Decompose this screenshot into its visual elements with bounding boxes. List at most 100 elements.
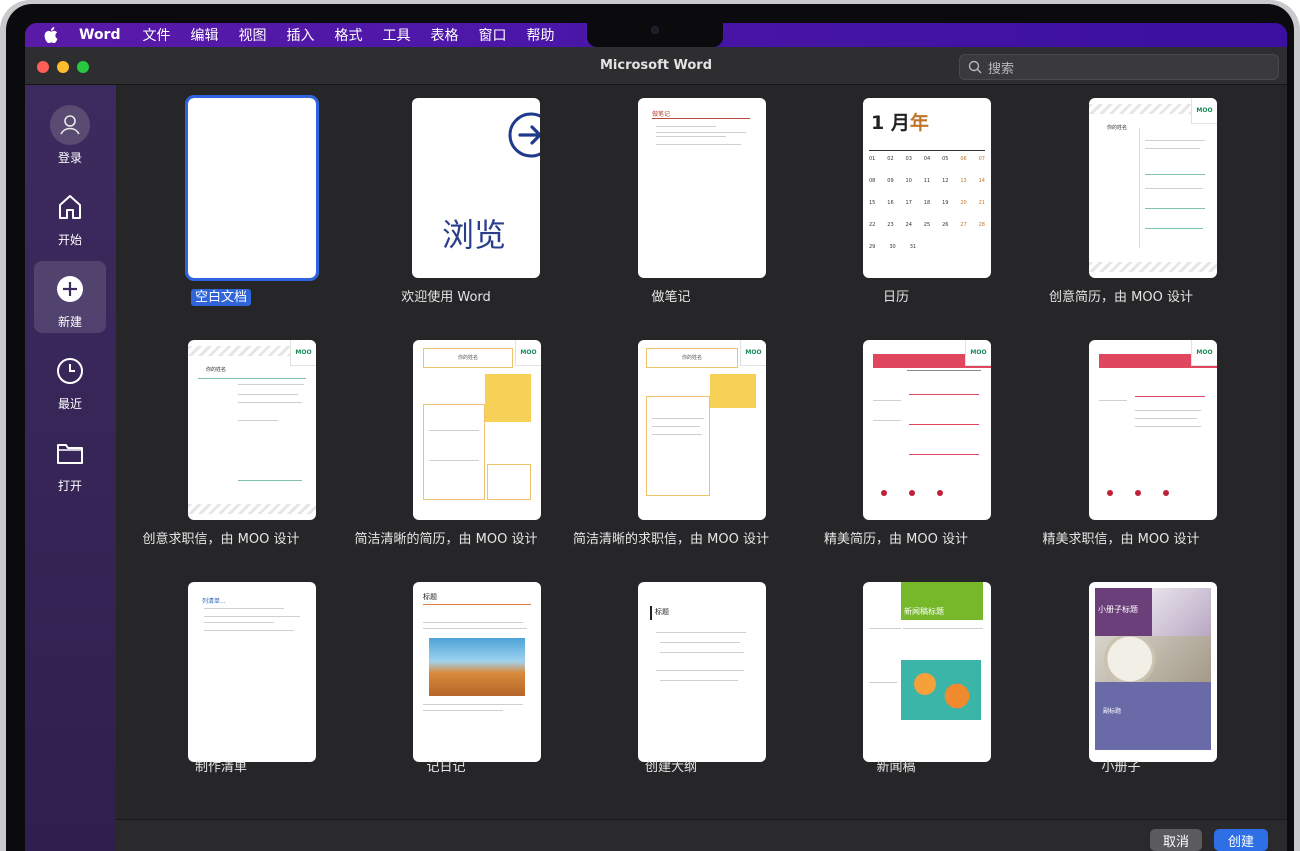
- calendar-week: 22 23 24 25 26 27 28: [869, 222, 985, 228]
- camera-icon: [651, 26, 659, 34]
- template-label: 精美求职信，由 MOO 设计: [1042, 532, 1200, 547]
- search-input[interactable]: 搜索: [959, 54, 1279, 80]
- menu-bar: Word 文件 编辑 视图 插入 格式 工具 表格 窗口 帮助: [25, 23, 1287, 47]
- template-label: 简洁清晰的简历，由 MOO 设计: [354, 532, 538, 547]
- folder-icon: [50, 433, 90, 473]
- cancel-button[interactable]: 取消: [1150, 829, 1202, 851]
- template-label: 精美简历，由 MOO 设计: [824, 532, 968, 547]
- template-label: 简洁清晰的求职信，由 MOO 设计: [573, 532, 769, 547]
- moo-logo: MOO: [515, 340, 541, 366]
- template-label: 记日记: [426, 760, 466, 775]
- calendar-week: 15 16 17 18 19 20 21: [869, 200, 985, 206]
- calendar-week: 29 30 31: [869, 244, 917, 250]
- menu-help[interactable]: 帮助: [527, 25, 555, 45]
- menu-table[interactable]: 表格: [431, 25, 459, 45]
- template-label: 日历: [882, 290, 909, 305]
- calendar-month: 1 月: [871, 112, 910, 134]
- title-bar: Microsoft Word 搜索: [25, 47, 1287, 85]
- create-button[interactable]: 创建: [1214, 829, 1268, 851]
- sidebar: 登录 开始 新建 最近 打开: [25, 85, 116, 851]
- template-thumbnail[interactable]: MOO 你的姓名: [188, 340, 316, 520]
- sidebar-item-label: 最近: [57, 397, 82, 411]
- menu-app-name[interactable]: Word: [79, 27, 121, 43]
- screen: Word 文件 编辑 视图 插入 格式 工具 表格 窗口 帮助 Microsof…: [25, 23, 1287, 851]
- sidebar-item-sign-in[interactable]: 登录: [34, 97, 106, 169]
- calendar-year-suffix: 年: [909, 112, 929, 134]
- template-thumbnail[interactable]: MOO 你的姓名: [638, 340, 766, 520]
- sidebar-item-home[interactable]: 开始: [34, 179, 106, 251]
- home-icon: [50, 187, 90, 227]
- thumb-title: 做笔记: [652, 111, 671, 118]
- menu-format[interactable]: 格式: [335, 25, 363, 45]
- search-placeholder: 搜索: [988, 61, 1015, 77]
- apple-icon[interactable]: [43, 27, 59, 43]
- moo-logo: MOO: [740, 340, 766, 366]
- template-label: 小册子: [1101, 760, 1141, 775]
- moo-logo: MOO: [965, 340, 991, 366]
- sidebar-item-recent[interactable]: 最近: [34, 343, 106, 415]
- sidebar-item-label: 开始: [57, 233, 82, 247]
- template-label: 创建大纲: [644, 760, 697, 775]
- template-thumbnail[interactable]: 浏览: [412, 98, 540, 278]
- moo-logo: MOO: [1191, 98, 1217, 124]
- template-label: 制作清单: [194, 760, 247, 775]
- menu-view[interactable]: 视图: [239, 25, 267, 45]
- menu-edit[interactable]: 编辑: [191, 25, 219, 45]
- template-label: 创意求职信，由 MOO 设计: [142, 532, 300, 547]
- moo-logo: MOO: [1191, 340, 1217, 366]
- thumb-name: 你的姓名: [206, 367, 227, 373]
- camera-notch: [587, 23, 723, 47]
- search-icon: [968, 60, 982, 74]
- sidebar-item-label: 新建: [57, 315, 82, 329]
- template-label: 新闻稿: [876, 760, 916, 775]
- moo-logo: MOO: [290, 340, 316, 366]
- calendar-week: 01 02 03 04 05 06 07: [869, 156, 985, 162]
- calendar-grid: 01 02 03 04 05 06 07 08 09 10 11 12 13 14 15 16 17 18 19…: [869, 156, 985, 266]
- calendar-week: 08 09 10 11 12 13 14: [869, 178, 985, 184]
- thumb-browse-text: 浏览: [442, 216, 507, 254]
- sidebar-item-new[interactable]: 新建: [34, 261, 106, 333]
- arrow-right-circle-icon: [508, 112, 540, 158]
- device-bezel: Word 文件 编辑 视图 插入 格式 工具 表格 窗口 帮助 Microsof…: [0, 0, 1300, 851]
- person-icon: [50, 105, 90, 145]
- device-frame: Word 文件 编辑 视图 插入 格式 工具 表格 窗口 帮助 Microsof…: [6, 4, 1294, 851]
- menu-insert[interactable]: 插入: [287, 25, 315, 45]
- thumb-title: 标题: [423, 593, 437, 601]
- template-gallery: 空白文档 浏览 欢迎使用 Word 做笔记 做笔记 1 月年 01 02 03 …: [116, 85, 1287, 819]
- thumb-title: 列清单...: [202, 598, 226, 605]
- template-thumbnail[interactable]: MOO: [1089, 340, 1217, 520]
- word-window: Microsoft Word 搜索 登录 开始 新建 最近 打开 空白文档 浏览…: [25, 47, 1287, 851]
- template-thumbnail[interactable]: MOO 你的姓名: [413, 340, 541, 520]
- plus-circle-icon: [50, 269, 90, 309]
- thumb-name: 你的姓名: [1107, 125, 1128, 131]
- template-label-text: 空白文档: [190, 289, 251, 306]
- sidebar-item-open[interactable]: 打开: [34, 425, 106, 497]
- template-thumbnail[interactable]: 小册子标题 副标题: [1089, 582, 1217, 762]
- journal-photo: [429, 638, 525, 696]
- template-thumbnail[interactable]: MOO: [863, 340, 991, 520]
- template-thumbnail[interactable]: 列清单...: [188, 582, 316, 762]
- bottom-action-bar: 取消 创建: [116, 819, 1287, 851]
- template-thumbnail[interactable]: 标题: [638, 582, 766, 762]
- template-thumbnail[interactable]: 做笔记: [638, 98, 766, 278]
- template-label: 做笔记: [651, 290, 691, 305]
- thumb-name: 你的姓名: [423, 348, 513, 368]
- sidebar-item-label: 打开: [57, 479, 82, 493]
- newsletter-photo: [901, 660, 981, 720]
- brochure-subtitle: 副标题: [1103, 708, 1122, 715]
- template-label: 空白文档: [116, 286, 326, 306]
- template-label: 创意简历，由 MOO 设计: [1049, 290, 1193, 305]
- template-thumbnail[interactable]: 1 月年 01 02 03 04 05 06 07 08 09 10 11 12 13 14: [863, 98, 991, 278]
- menu-file[interactable]: 文件: [143, 25, 171, 45]
- menu-window[interactable]: 窗口: [479, 25, 507, 45]
- menu-tools[interactable]: 工具: [383, 25, 411, 45]
- template-thumbnail[interactable]: 标题: [413, 582, 541, 762]
- template-thumbnail[interactable]: [185, 95, 319, 281]
- sidebar-item-label: 登录: [57, 151, 82, 165]
- thumb-name: 你的姓名: [646, 348, 738, 368]
- template-thumbnail[interactable]: 新闻稿标题: [863, 582, 991, 762]
- clock-icon: [50, 351, 90, 391]
- template-thumbnail[interactable]: MOO 你的姓名: [1089, 98, 1217, 278]
- thumb-title: 新闻稿标题: [904, 607, 944, 616]
- thumb-title: 小册子标题: [1098, 605, 1138, 614]
